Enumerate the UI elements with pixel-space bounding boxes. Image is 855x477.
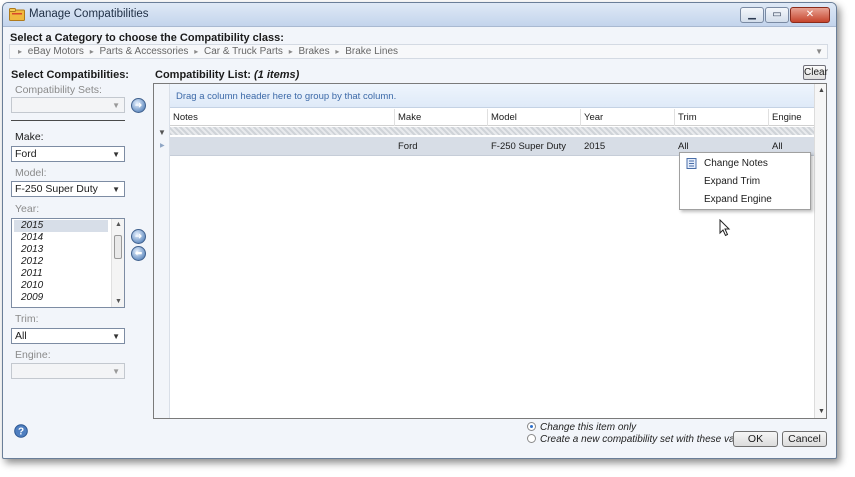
list-item[interactable]: 2015 bbox=[14, 220, 108, 232]
context-menu: Change Notes Expand Trim Expand Engine bbox=[679, 152, 811, 210]
group-by-panel[interactable]: Drag a column header here to group by th… bbox=[170, 84, 814, 108]
breadcrumb-item[interactable]: Car & Truck Parts bbox=[204, 46, 283, 57]
filter-icon[interactable]: ▼ bbox=[158, 128, 166, 137]
menu-item-expand-engine[interactable]: Expand Engine bbox=[704, 194, 772, 205]
compatibility-list-title: Compatibility List: (1 items) bbox=[155, 69, 299, 81]
list-item[interactable]: 2011 bbox=[12, 268, 124, 280]
title-bar[interactable]: Manage Compatibilities ▁ ▭ ✕ bbox=[3, 3, 836, 27]
trim-dropdown[interactable]: All ▼ bbox=[11, 328, 125, 344]
model-dropdown[interactable]: F-250 Super Duty ▼ bbox=[11, 181, 125, 197]
engine-label: Engine: bbox=[15, 349, 51, 361]
chevron-down-icon: ▼ bbox=[112, 332, 120, 341]
chevron-down-icon[interactable]: ▼ bbox=[815, 45, 823, 58]
remove-compatibility-button[interactable]: ⬅ bbox=[131, 246, 146, 261]
cell-make: Ford bbox=[398, 141, 418, 152]
remove-arrow-icon: ⬅ bbox=[134, 248, 143, 258]
option-change-item-only[interactable]: Change this item only bbox=[527, 422, 636, 433]
model-label: Model: bbox=[15, 167, 47, 179]
chevron-right-icon: ▸ bbox=[89, 47, 94, 56]
column-header-notes[interactable]: Notes bbox=[170, 109, 395, 126]
scroll-thumb[interactable] bbox=[114, 235, 122, 259]
chevron-down-icon: ▼ bbox=[112, 367, 120, 376]
chevron-right-icon: ▸ bbox=[335, 47, 340, 56]
add-set-button[interactable]: ➜ bbox=[131, 98, 146, 113]
clear-button[interactable]: Clear bbox=[803, 65, 828, 80]
list-item[interactable]: 2009 bbox=[12, 292, 124, 304]
breadcrumb-item[interactable]: Brakes bbox=[299, 46, 330, 57]
scroll-down-icon[interactable]: ▼ bbox=[115, 298, 122, 305]
window-title: Manage Compatibilities bbox=[29, 8, 149, 20]
grid-scrollbar[interactable]: ▲ ▼ bbox=[814, 84, 826, 418]
chevron-down-icon: ▼ bbox=[112, 150, 120, 159]
year-scrollbar[interactable]: ▲ ▼ bbox=[111, 219, 124, 307]
compatibility-sets-dropdown[interactable]: ▼ bbox=[11, 97, 125, 113]
option-change-item-only-label: Change this item only bbox=[540, 422, 637, 433]
column-header-model[interactable]: Model bbox=[488, 109, 581, 126]
scroll-up-icon[interactable]: ▲ bbox=[818, 87, 825, 94]
list-item[interactable]: 2014 bbox=[12, 232, 124, 244]
radio-change-item-only[interactable] bbox=[527, 422, 536, 431]
menu-item-expand-trim[interactable]: Expand Trim bbox=[704, 176, 760, 187]
column-header-engine[interactable]: Engine bbox=[769, 109, 815, 126]
cancel-button[interactable]: Cancel bbox=[782, 431, 827, 447]
chevron-right-icon: ▸ bbox=[288, 47, 293, 56]
column-header-make[interactable]: Make bbox=[395, 109, 488, 126]
scroll-up-icon[interactable]: ▲ bbox=[115, 221, 122, 228]
make-value: Ford bbox=[15, 148, 37, 160]
ok-button[interactable]: OK bbox=[733, 431, 778, 447]
chevron-down-icon: ▼ bbox=[112, 101, 120, 110]
radio-create-new-set[interactable] bbox=[527, 434, 536, 443]
make-label: Make: bbox=[15, 131, 44, 143]
filter-row[interactable] bbox=[170, 127, 814, 135]
scroll-down-icon[interactable]: ▼ bbox=[818, 408, 825, 415]
divider bbox=[11, 120, 125, 121]
compatibility-sets-label: Compatibility Sets: bbox=[15, 84, 102, 96]
select-compatibilities-title: Select Compatibilities: bbox=[11, 69, 129, 81]
close-button[interactable]: ✕ bbox=[790, 7, 830, 23]
svg-text:?: ? bbox=[18, 427, 24, 438]
manage-compatibilities-window: Manage Compatibilities ▁ ▭ ✕ Select a Ca… bbox=[2, 2, 837, 459]
chevron-down-icon: ▼ bbox=[112, 185, 120, 194]
year-label: Year: bbox=[15, 203, 40, 215]
add-compatibility-button[interactable]: ➜ bbox=[131, 229, 146, 244]
column-header-year[interactable]: Year bbox=[581, 109, 675, 126]
year-listbox[interactable]: 2015 2014 2013 2012 2011 2010 2009 ▲ ▼ bbox=[11, 218, 125, 308]
window-controls: ▁ ▭ ✕ bbox=[739, 7, 830, 24]
trim-value: All bbox=[15, 330, 27, 342]
list-title-text: Compatibility List: bbox=[155, 69, 251, 81]
minimize-button[interactable]: ▁ bbox=[740, 7, 764, 23]
list-item[interactable]: 2010 bbox=[12, 280, 124, 292]
column-headers: Notes Make Model Year Trim Engine bbox=[170, 109, 814, 126]
cell-model: F-250 Super Duty bbox=[491, 141, 566, 152]
breadcrumb-item[interactable]: eBay Motors bbox=[28, 46, 84, 57]
list-item[interactable]: 2013 bbox=[12, 244, 124, 256]
maximize-button[interactable]: ▭ bbox=[765, 7, 789, 23]
make-dropdown[interactable]: Ford ▼ bbox=[11, 146, 125, 162]
column-header-trim[interactable]: Trim bbox=[675, 109, 769, 126]
chevron-right-icon: ▸ bbox=[18, 47, 23, 56]
option-create-new-set-label: Create a new compatibility set with thes… bbox=[540, 434, 753, 445]
help-icon[interactable]: ? bbox=[14, 424, 28, 438]
compatibility-grid: Drag a column header here to group by th… bbox=[153, 83, 827, 419]
folder-icon bbox=[9, 8, 25, 21]
row-marker-icon: ▶ bbox=[160, 143, 165, 149]
list-count: (1 items) bbox=[254, 69, 300, 81]
mouse-pointer-icon bbox=[719, 219, 731, 237]
chevron-right-icon: ▸ bbox=[194, 47, 199, 56]
model-value: F-250 Super Duty bbox=[15, 183, 98, 195]
category-breadcrumb[interactable]: ▸ eBay Motors ▸ Parts & Accessories ▸ Ca… bbox=[9, 44, 828, 59]
cell-year: 2015 bbox=[584, 141, 606, 152]
menu-item-change-notes[interactable]: Change Notes bbox=[704, 158, 768, 169]
trim-label: Trim: bbox=[15, 313, 39, 325]
notes-icon bbox=[686, 158, 697, 169]
add-arrow-icon: ➜ bbox=[134, 100, 143, 110]
breadcrumb-item[interactable]: Brake Lines bbox=[345, 46, 398, 57]
list-item[interactable]: 2012 bbox=[12, 256, 124, 268]
breadcrumb-item[interactable]: Parts & Accessories bbox=[100, 46, 189, 57]
add-arrow-icon: ➜ bbox=[134, 231, 143, 241]
engine-dropdown[interactable]: ▼ bbox=[11, 363, 125, 379]
option-create-new-set[interactable]: Create a new compatibility set with thes… bbox=[527, 434, 753, 445]
category-prompt: Select a Category to choose the Compatib… bbox=[10, 32, 284, 44]
